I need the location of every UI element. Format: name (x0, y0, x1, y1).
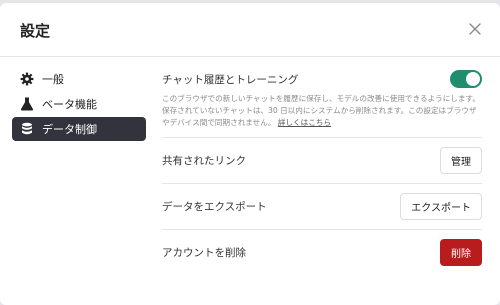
export-button[interactable]: エクスポート (400, 193, 482, 220)
manage-button[interactable]: 管理 (440, 147, 482, 174)
sidebar-item-data-control[interactable]: データ制御 (12, 117, 146, 141)
delete-account-setting: アカウントを削除 削除 (162, 230, 482, 275)
chat-history-setting: チャット履歴とトレーニング このブラウザでの新しいチャットを履歴に保存し、モデル… (162, 67, 482, 138)
sidebar-item-label: 一般 (42, 73, 64, 86)
sidebar: 一般 ベータ機能 データ制御 (12, 67, 146, 142)
settings-content: チャット履歴とトレーニング このブラウザでの新しいチャットを履歴に保存し、モデル… (162, 67, 482, 275)
dialog-title: 設定 (20, 22, 51, 40)
settings-dialog: 設定 一般 ベータ機能 データ制御 チャット履歴とトレーニング このブラウザでの… (0, 3, 500, 305)
sidebar-item-beta[interactable]: ベータ機能 (12, 92, 146, 116)
shared-links-label: 共有されたリンク (162, 155, 246, 167)
delete-account-label: アカウントを削除 (162, 247, 246, 259)
export-label: データをエクスポート (162, 201, 267, 213)
sidebar-item-general[interactable]: 一般 (12, 67, 146, 91)
database-icon (20, 122, 34, 136)
shared-links-setting: 共有されたリンク 管理 (162, 138, 482, 184)
gear-icon (20, 72, 34, 86)
chat-history-label: チャット履歴とトレーニング (162, 74, 299, 86)
export-setting: データをエクスポート エクスポート (162, 184, 482, 230)
toggle-knob (466, 72, 480, 86)
chat-history-toggle[interactable] (450, 70, 482, 88)
learn-more-link[interactable]: 詳しくはこちら (278, 118, 331, 127)
dialog-header: 設定 (0, 3, 500, 57)
flask-icon (20, 97, 34, 111)
close-icon[interactable] (467, 21, 483, 37)
sidebar-item-label: データ制御 (42, 123, 97, 136)
chat-history-description: このブラウザでの新しいチャットを履歴に保存し、モデルの改善に使用できるようにしま… (162, 93, 482, 129)
delete-button[interactable]: 削除 (440, 239, 482, 266)
sidebar-item-label: ベータ機能 (42, 98, 97, 111)
